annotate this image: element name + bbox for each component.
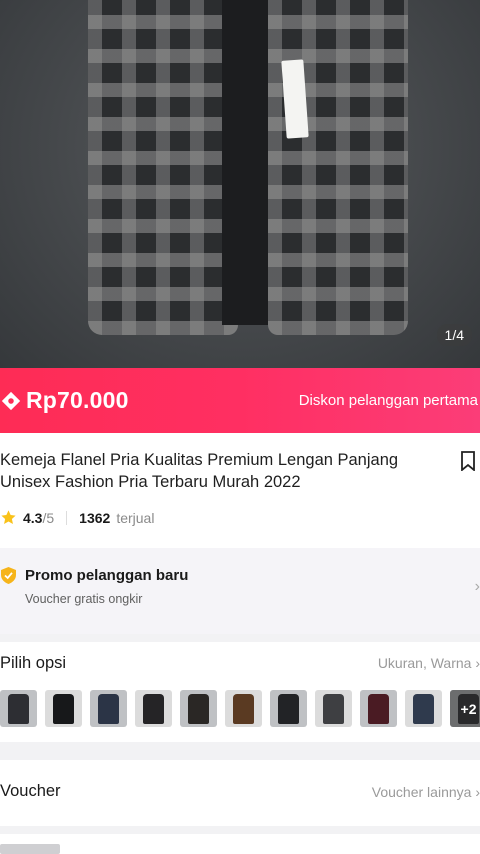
variant-thumb[interactable]: [225, 690, 262, 727]
first-customer-discount: Diskon pelanggan pertama: [298, 392, 478, 409]
variant-thumb[interactable]: [135, 690, 172, 727]
jacket-image: [413, 694, 434, 724]
voucher-more-link[interactable]: Voucher lainnya ›: [372, 784, 480, 800]
product-title: Kemeja Flanel Pria Kualitas Premium Leng…: [0, 451, 399, 491]
jacket-image: [233, 694, 254, 724]
sold-count: 1362: [79, 509, 111, 526]
variant-thumb[interactable]: [270, 690, 307, 727]
variant-thumb[interactable]: [315, 690, 352, 727]
variant-thumb[interactable]: [180, 690, 217, 727]
variant-thumb[interactable]: +2: [450, 690, 480, 727]
rating-row: 4.3 /5 1362 terjual: [0, 509, 154, 526]
voucher-section[interactable]: Voucher Voucher lainnya ›: [0, 760, 480, 826]
promo-title: Promo pelanggan baru: [25, 567, 189, 584]
star-icon: [1, 510, 16, 524]
jacket-image: [98, 694, 119, 724]
options-summary[interactable]: Ukuran, Warna ›: [378, 655, 480, 671]
chevron-right-icon: ›: [474, 578, 480, 595]
variant-thumb[interactable]: [45, 690, 82, 727]
options-section[interactable]: Pilih opsi Ukuran, Warna › +2: [0, 642, 480, 742]
rating-value: 4.3: [23, 509, 43, 526]
more-variants-label: +2: [450, 690, 480, 727]
jacket-image: [368, 694, 389, 724]
next-section-title: [0, 844, 60, 854]
options-title: Pilih opsi: [0, 654, 67, 672]
promo-card[interactable]: Promo pelanggan baru Voucher gratis ongk…: [0, 548, 480, 634]
jacket-image: [188, 694, 209, 724]
variant-thumbnails: +2: [0, 690, 480, 727]
jacket-image: [8, 694, 29, 724]
shield-icon: [1, 567, 16, 584]
shirt-right-panel: [268, 0, 408, 335]
rating-max: /5: [42, 509, 55, 526]
shirt-left-panel: [88, 0, 238, 335]
image-counter: 1/4: [436, 324, 472, 346]
price-group: Rp70.000: [0, 387, 129, 414]
voucher-more-text: Voucher lainnya: [371, 784, 472, 800]
variant-thumb[interactable]: [90, 690, 127, 727]
variant-thumb[interactable]: [360, 690, 397, 727]
promo-subtitle: Voucher gratis ongkir: [25, 592, 143, 606]
price: Rp70.000: [26, 387, 129, 413]
divider: [66, 510, 68, 525]
voucher-title: Voucher: [0, 782, 61, 800]
price-tag-icon: [1, 391, 21, 410]
jacket-image: [53, 694, 74, 724]
variant-thumb[interactable]: [405, 690, 442, 727]
jacket-image: [278, 694, 299, 724]
sold-label: terjual: [116, 509, 155, 526]
product-image[interactable]: 1/4: [0, 0, 480, 368]
price-banner: Rp70.000 Diskon pelanggan pertama: [0, 368, 480, 433]
next-section: [0, 834, 480, 854]
bookmark-icon[interactable]: [460, 451, 476, 471]
product-info: Kemeja Flanel Pria Kualitas Premium Leng…: [0, 433, 480, 548]
variant-thumb[interactable]: [0, 690, 37, 727]
jacket-image: [143, 694, 164, 724]
jacket-image: [323, 694, 344, 724]
options-summary-text: Ukuran, Warna: [377, 655, 472, 671]
